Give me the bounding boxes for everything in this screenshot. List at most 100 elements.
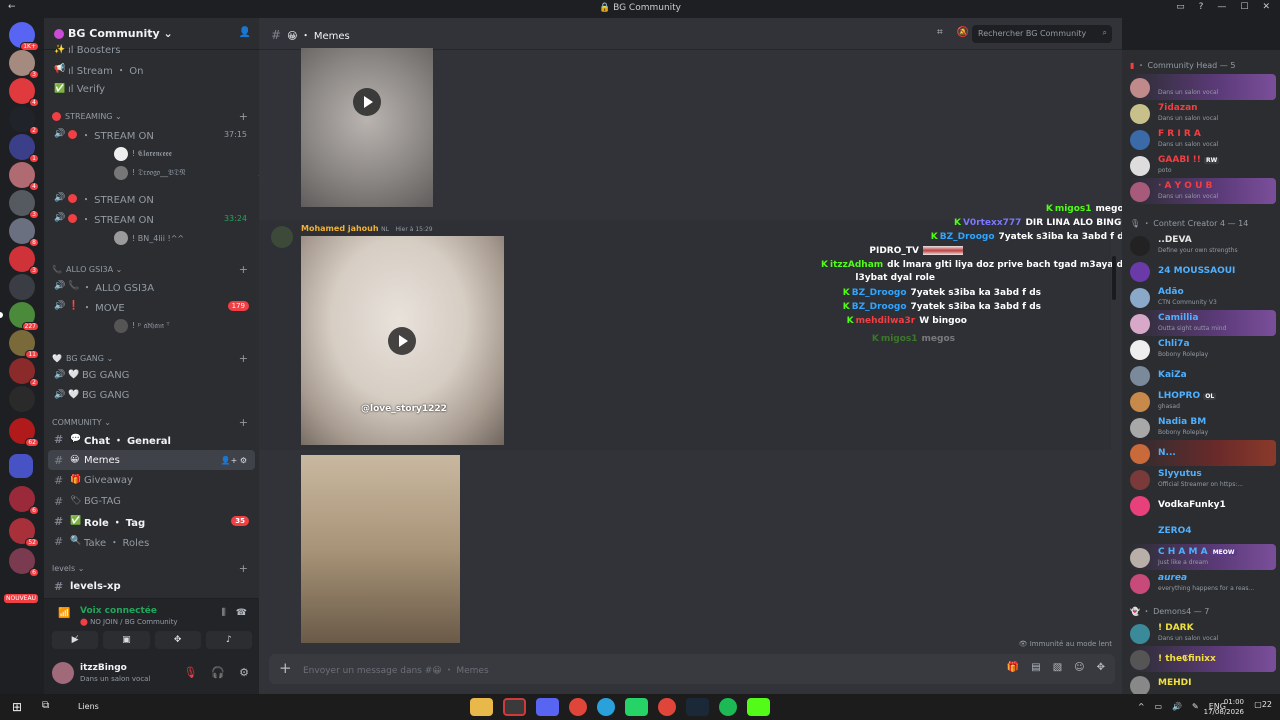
member-item[interactable]: · A Y O U B Dans un salon vocal xyxy=(1128,178,1276,204)
sticker-icon[interactable]: ▧ xyxy=(1053,662,1062,673)
server-icon[interactable]: 3 xyxy=(9,190,39,219)
add-channel-icon[interactable]: + xyxy=(239,110,248,123)
threads-icon[interactable]: ⌗ xyxy=(937,27,943,38)
member-item[interactable]: ! DARK Dans un salon vocal xyxy=(1128,620,1276,646)
server-icon[interactable]: 2 xyxy=(9,358,39,387)
close-button[interactable]: ✕ xyxy=(1262,2,1270,12)
category-streaming[interactable]: STREAMING ⌄ + xyxy=(52,108,252,124)
category-levels[interactable]: levels ⌄ + xyxy=(52,560,252,576)
app-icon[interactable] xyxy=(503,698,526,716)
member-item[interactable]: 7idazan Dans un salon vocal xyxy=(1128,100,1276,126)
gear-icon[interactable]: ⚙ xyxy=(239,666,249,679)
add-attachment-button[interactable]: + xyxy=(279,659,292,677)
telegram-icon[interactable] xyxy=(597,698,615,716)
gift-icon[interactable]: 🎁 xyxy=(1007,662,1019,673)
notification-center[interactable]: ▢22 xyxy=(1254,700,1272,709)
avatar[interactable] xyxy=(271,226,293,248)
apps-icon[interactable]: ✥ xyxy=(1097,662,1105,673)
server-icon[interactable]: 52 xyxy=(9,518,39,547)
member-item[interactable]: ! the𝕮finixx xyxy=(1128,646,1276,672)
member-item[interactable]: Nadia BM Bobony Roleplay xyxy=(1128,414,1276,440)
channel-chat-general[interactable]: # 💬 Chat ・ General xyxy=(48,429,255,449)
voice-channel-move[interactable]: 🔊 ❗ ・ MOVE 179 xyxy=(48,296,255,316)
add-channel-icon[interactable]: + xyxy=(239,352,248,365)
image-attachment[interactable] xyxy=(301,455,460,643)
category-allo[interactable]: 📞 ALLO GSI3A ⌄ + xyxy=(52,261,252,277)
channel-bg-tag[interactable]: # 🏷 BG-TAG xyxy=(48,491,255,511)
screen-share-button[interactable]: ▣ xyxy=(103,631,150,649)
scrollbar[interactable] xyxy=(1112,256,1116,300)
member-item[interactable]: 24 MOUSSAOUI xyxy=(1128,258,1276,284)
message-author[interactable]: Mohamed jahouh xyxy=(301,224,379,233)
server-icon[interactable]: 3 xyxy=(9,50,39,79)
server-icon[interactable] xyxy=(9,386,35,412)
server-folder[interactable] xyxy=(9,454,33,478)
headphones-off-icon[interactable]: 🎧 xyxy=(211,666,225,679)
channel-memes[interactable]: # 😀 Memes 👤+ ⚙ xyxy=(48,450,255,470)
member-item[interactable]: Adão CTN Community V3 xyxy=(1128,284,1276,310)
member-item[interactable]: Camillia Outta sight outta mind xyxy=(1128,310,1276,336)
channel-giveaway[interactable]: # 🎁 Giveaway xyxy=(48,470,255,490)
chrome-icon[interactable] xyxy=(658,698,676,716)
channel-levels-xp[interactable]: # levels-xp xyxy=(48,576,255,596)
member-item[interactable]: Dans un salon vocal xyxy=(1128,74,1276,100)
windows-start-icon[interactable]: ⊞ xyxy=(12,700,22,714)
server-icon[interactable]: 6 xyxy=(9,486,39,515)
server-icon[interactable]: 62 xyxy=(9,418,39,447)
notifications-muted-icon[interactable]: 🔕 xyxy=(957,27,969,38)
member-item[interactable]: LHOPRO OL ghasad xyxy=(1128,388,1276,414)
server-icon[interactable]: 2 xyxy=(9,106,39,135)
pen-icon[interactable]: ✎ xyxy=(1192,702,1199,711)
gif-icon[interactable]: ▤ xyxy=(1031,662,1040,673)
category-community[interactable]: COMMUNITY ⌄ + xyxy=(52,414,252,430)
disconnect-icon[interactable]: ☎ xyxy=(236,608,247,618)
steam-icon[interactable] xyxy=(686,698,709,716)
inbox-icon[interactable]: ▭ xyxy=(1176,2,1185,12)
server-icon[interactable]: 3 xyxy=(9,246,39,275)
task-view-icon[interactable]: ⧉ xyxy=(42,700,49,711)
taskbar-links[interactable]: Liens xyxy=(78,702,99,711)
invite-people-icon[interactable]: 👤 xyxy=(239,27,251,38)
server-icon[interactable]: 227 xyxy=(0,302,39,331)
channel-boosters[interactable]: ✨ ıl Boosters xyxy=(48,40,255,60)
emoji-icon[interactable]: ☺ xyxy=(1074,662,1084,673)
voice-channel-bg-gang[interactable]: 🔊 🤍 BG GANG xyxy=(48,385,255,405)
camera-off-button[interactable]: ▶̸ xyxy=(52,631,99,649)
member-item[interactable]: VodkaFunky1 xyxy=(1128,492,1276,518)
server-icon[interactable]: 4 xyxy=(9,78,39,107)
server-icon[interactable]: 11 xyxy=(9,330,39,359)
play-icon[interactable] xyxy=(353,88,381,116)
noise-icon[interactable]: ⫼ xyxy=(222,608,226,618)
add-channel-icon[interactable]: + xyxy=(239,416,248,429)
direct-messages-button[interactable]: 1K+ xyxy=(9,22,39,51)
server-icon[interactable]: 6 xyxy=(9,548,39,577)
avatar[interactable] xyxy=(52,662,74,684)
video-attachment[interactable] xyxy=(301,48,433,207)
minimize-button[interactable]: — xyxy=(1217,2,1226,12)
soundboard-button[interactable]: ♪ xyxy=(205,631,252,649)
chevron-up-icon[interactable]: ^ xyxy=(1138,702,1145,711)
member-item[interactable]: Chli7a Bobony Roleplay xyxy=(1128,336,1276,362)
file-explorer-icon[interactable] xyxy=(470,698,493,716)
voice-channel-stream-on[interactable]: 🔊 ・ STREAM ON 33:24 xyxy=(48,208,255,228)
chrome-icon[interactable] xyxy=(569,698,587,716)
server-icon[interactable] xyxy=(9,274,35,300)
voice-channel-stream-on[interactable]: 🔊 ・ STREAM ON xyxy=(48,188,255,208)
whatsapp-icon[interactable] xyxy=(625,698,648,716)
help-icon[interactable]: ? xyxy=(1199,2,1204,12)
message-input[interactable]: + Envoyer un message dans #😀 ・ Memes 🎁 ▤… xyxy=(269,654,1115,684)
maximize-button[interactable]: ☐ xyxy=(1240,2,1248,12)
voice-channel-allo[interactable]: 🔊 📞 ・ ALLO GSI3A xyxy=(48,276,255,296)
member-item[interactable]: N... xyxy=(1128,440,1276,466)
add-channel-icon[interactable]: + xyxy=(239,263,248,276)
channel-stream-on[interactable]: 📢 ıl Stream ・ On xyxy=(48,59,255,79)
member-item[interactable]: GAABI !! RW poto xyxy=(1128,152,1276,178)
member-item[interactable]: ..DEVA Define your own strengths xyxy=(1128,232,1276,258)
channel-verify[interactable]: ✅ ıl Verify xyxy=(48,79,255,99)
play-icon[interactable] xyxy=(388,327,416,355)
member-item[interactable]: ZERO4 xyxy=(1128,518,1276,544)
category-bg-gang[interactable]: 🤍 BG GANG ⌄ + xyxy=(52,350,252,366)
member-item[interactable]: aurea everything happens for a reas... xyxy=(1128,570,1276,596)
voice-connected-label[interactable]: Voix connectée xyxy=(80,606,157,616)
member-item[interactable]: KaiZa xyxy=(1128,362,1276,388)
